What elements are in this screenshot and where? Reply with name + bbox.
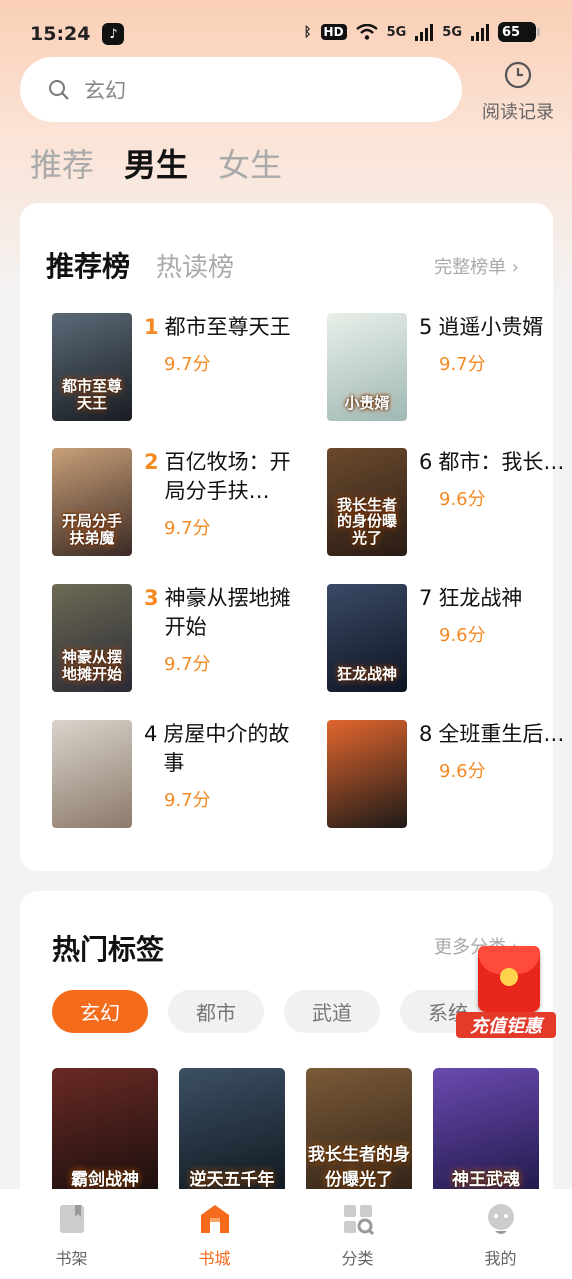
- book-cover-text: 我长生者的身份曝光了: [336, 495, 397, 547]
- tag-book-cover-text: 我长生者的身份曝光了: [308, 1145, 410, 1190]
- book-title: 房屋中介的故事: [163, 722, 290, 775]
- book-title: 神豪从摆地摊开始: [164, 586, 291, 639]
- hot-tags-title: 热门标签: [52, 933, 165, 966]
- battery-icon: 65: [498, 22, 540, 42]
- rank-number: 6: [419, 450, 433, 474]
- signal-1-icon: [415, 23, 434, 41]
- tag-book-cover[interactable]: 霸剑战神: [52, 1068, 158, 1208]
- nav-category-label: 分类: [341, 1249, 374, 1268]
- nav-bookshelf[interactable]: 书架: [0, 1189, 143, 1279]
- ranked-book-item[interactable]: 开局分手扶弟魔 2 百亿牧场：开局分手扶… 9.7分: [52, 448, 302, 556]
- recharge-promo-label: 充值钜惠: [456, 1012, 556, 1038]
- book-cover-text: 神豪从摆地摊开始: [61, 648, 122, 683]
- signal-1-label: 5G: [386, 24, 407, 40]
- book-cover[interactable]: 狂龙战神: [327, 584, 407, 692]
- book-title: 都市至尊天王: [164, 315, 291, 339]
- book-cover[interactable]: 都市至尊天王: [52, 313, 132, 421]
- signal-2-icon: [471, 23, 489, 41]
- nav-profile-label: 我的: [484, 1249, 517, 1268]
- ranked-book-item[interactable]: 4 房屋中介的故事 9.7分: [52, 720, 302, 828]
- category-icon: [343, 1205, 374, 1235]
- tab-male[interactable]: 男生: [124, 140, 188, 186]
- tab-recommend[interactable]: 推荐: [30, 140, 94, 186]
- tag-book-cover[interactable]: 我长生者的身份曝光了: [306, 1068, 412, 1208]
- search-input[interactable]: 玄幻: [20, 57, 462, 122]
- tag-book-cover-text: 神王武魂: [452, 1170, 520, 1190]
- ranked-book-item[interactable]: 都市至尊天王 1 都市至尊天王 9.7分: [52, 313, 302, 421]
- ranking-card: 推荐榜 热读榜 完整榜单 › 都市至尊天王 1 都市至尊天王 9.7分 开局分手扶弟魔 2…: [20, 203, 569, 871]
- book-cover[interactable]: [52, 720, 132, 828]
- hd-badge: HD: [320, 24, 347, 40]
- ranked-book-item[interactable]: 8全班重生后，助我上 9.6分: [327, 720, 572, 828]
- book-title: 逍遥小贵婿: [438, 315, 544, 339]
- book-cover-text: 都市至尊天王: [61, 377, 122, 412]
- signal-2-label: 5G: [442, 24, 462, 40]
- search-placeholder: 玄幻: [84, 78, 126, 103]
- recharge-promo-button[interactable]: 充值钜惠: [454, 940, 558, 1044]
- tab-hot-list[interactable]: 热读榜: [156, 247, 234, 284]
- status-time: 15:24: [30, 23, 91, 45]
- rank-number: 7: [419, 586, 433, 610]
- book-score: 9.7分: [164, 354, 211, 375]
- book-cover[interactable]: 神豪从摆地摊开始: [52, 584, 132, 692]
- book-title: 全班重生后，助我上: [438, 722, 569, 746]
- book-title: 都市：我长生者的身份: [438, 450, 569, 474]
- ranked-book-item[interactable]: 小贵婿 5 逍遥小贵婿 9.7分: [327, 313, 572, 421]
- book-score: 9.7分: [164, 518, 211, 539]
- status-icons: ᛒ HD 5G 5G 65: [303, 22, 540, 42]
- gender-tabs: 推荐 男生 女生: [30, 140, 282, 186]
- tag-chip-fantasy[interactable]: 玄幻: [52, 990, 148, 1033]
- reading-history-label: 阅读记录: [482, 102, 554, 123]
- rank-number: 3: [144, 586, 159, 610]
- tag-book-cover-text: 霸剑战神: [71, 1170, 139, 1190]
- nav-bookstore[interactable]: 书城: [143, 1189, 286, 1279]
- ranked-book-item[interactable]: 神豪从摆地摊开始 3 神豪从摆地摊开始 9.7分: [52, 584, 302, 692]
- book-cover[interactable]: 小贵婿: [327, 313, 407, 421]
- battery-level: 65: [502, 24, 521, 40]
- tag-chip-martial[interactable]: 武道: [284, 990, 380, 1033]
- full-ranking-link[interactable]: 完整榜单 ›: [434, 253, 519, 279]
- ranked-book-item[interactable]: 我长生者的身份曝光了 6都市：我长生者的身份 9.6分: [327, 448, 572, 556]
- tab-recommend-list[interactable]: 推荐榜: [46, 245, 130, 285]
- reading-history-button[interactable]: 阅读记录: [478, 60, 558, 124]
- book-score: 9.6分: [439, 625, 486, 646]
- rank-number: 2: [144, 450, 159, 474]
- book-cover-text: 小贵婿: [344, 393, 390, 412]
- tiktok-icon: ♪: [102, 23, 125, 45]
- rank-number: 8: [419, 722, 433, 746]
- tag-book-cover[interactable]: 逆天五千年: [179, 1068, 285, 1208]
- tag-chip-urban[interactable]: 都市: [168, 990, 264, 1033]
- book-cover[interactable]: 我长生者的身份曝光了: [327, 448, 407, 556]
- nav-bookshelf-label: 书架: [55, 1249, 88, 1268]
- book-title: 狂龙战神: [438, 586, 523, 610]
- bottom-nav: 书架 书城 分类 我的: [0, 1189, 572, 1279]
- nav-bookstore-label: 书城: [198, 1249, 231, 1268]
- book-score: 9.7分: [164, 790, 211, 811]
- search-icon: [49, 79, 69, 100]
- rank-number: 5: [419, 315, 433, 339]
- rank-number: 1: [144, 315, 159, 339]
- wifi-icon: [355, 24, 378, 40]
- book-title: 百亿牧场：开局分手扶…: [164, 450, 291, 503]
- bookstore-icon: [200, 1205, 229, 1233]
- book-score: 9.6分: [439, 761, 486, 782]
- bluetooth-icon: ᛒ: [303, 24, 312, 40]
- tab-female[interactable]: 女生: [218, 140, 282, 186]
- nav-category[interactable]: 分类: [286, 1189, 429, 1279]
- book-cover-text: 开局分手扶弟魔: [61, 512, 122, 547]
- rank-number: 4: [144, 722, 158, 746]
- book-score: 9.6分: [439, 489, 486, 510]
- nav-profile[interactable]: 我的: [429, 1189, 572, 1279]
- book-cover[interactable]: [327, 720, 407, 828]
- book-score: 9.7分: [164, 654, 211, 675]
- clock-icon: [504, 61, 532, 89]
- tag-book-cover-text: 逆天五千年: [189, 1170, 275, 1190]
- bookshelf-icon: [59, 1205, 84, 1233]
- book-score: 9.7分: [439, 354, 486, 375]
- book-cover[interactable]: 开局分手扶弟魔: [52, 448, 132, 556]
- profile-icon: [487, 1204, 514, 1234]
- ranked-book-item[interactable]: 狂龙战神 7 狂龙战神 9.6分: [327, 584, 572, 692]
- book-cover-text: 狂龙战神: [336, 664, 397, 683]
- tag-book-cover[interactable]: 神王武魂: [433, 1068, 539, 1208]
